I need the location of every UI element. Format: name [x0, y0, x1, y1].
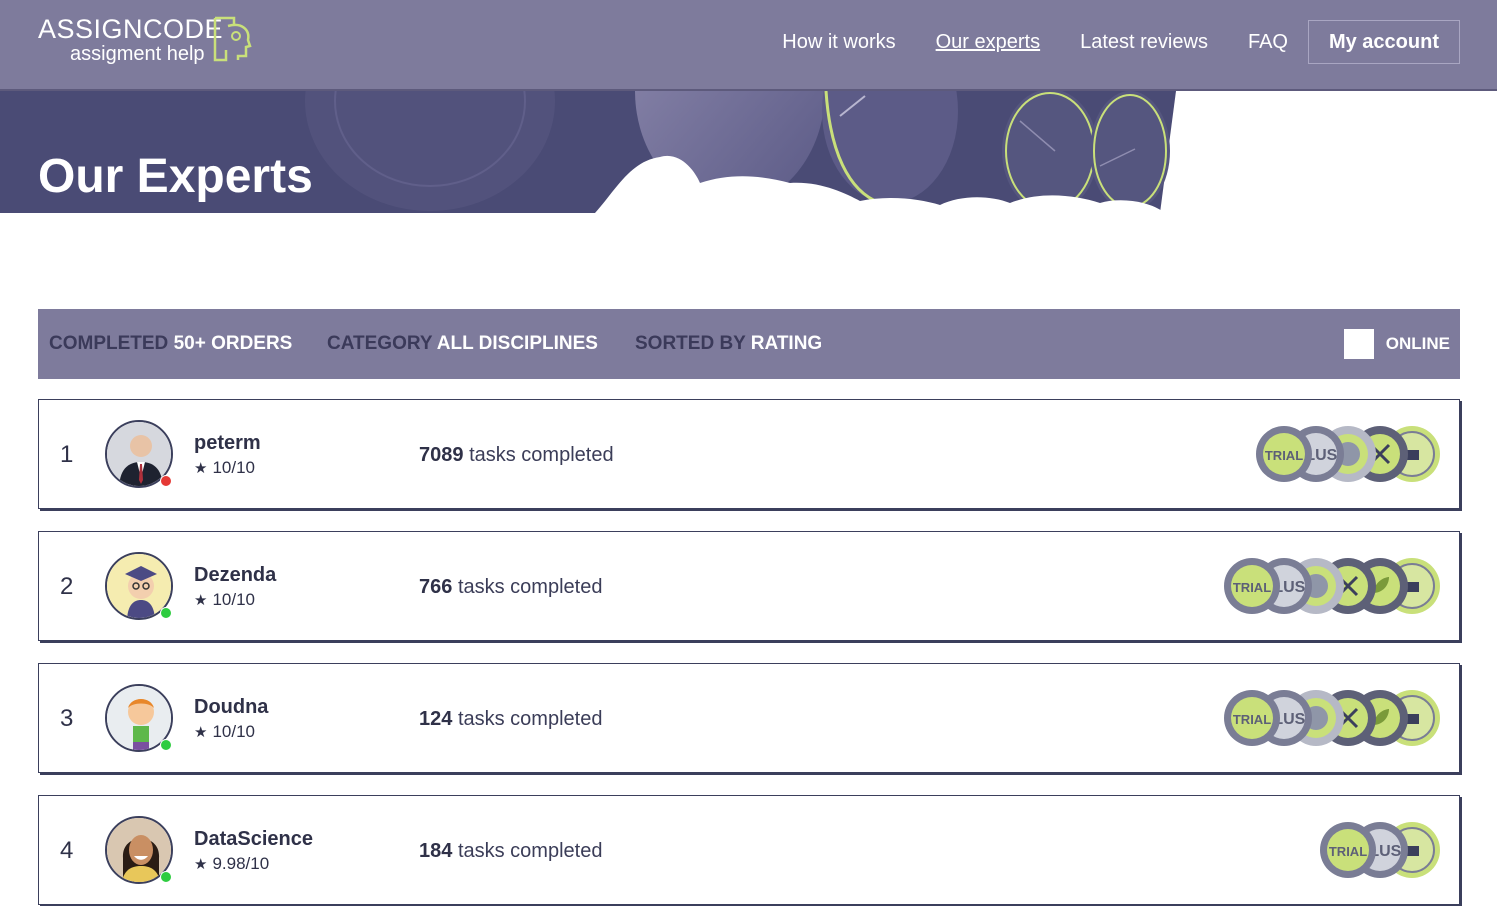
- filter-sort-value: RATING: [750, 333, 823, 354]
- online-checkbox[interactable]: [1344, 329, 1374, 359]
- rating-value: 9.98/10: [212, 854, 270, 873]
- badge-row: PLUS TRIAL: [1256, 423, 1441, 485]
- expert-rank: 3: [60, 705, 74, 732]
- tasks-label: tasks completed: [469, 444, 614, 466]
- offline-status-dot: [160, 475, 172, 487]
- badge-row: PLUS TRIAL: [1320, 819, 1441, 881]
- nav-faq[interactable]: FAQ: [1248, 20, 1288, 64]
- main-nav: How it works Our experts Latest reviews …: [742, 20, 1460, 64]
- trial-badge-icon[interactable]: TRIAL: [1223, 557, 1281, 615]
- filter-completed[interactable]: COMPLETED 50+ ORDERS: [49, 309, 292, 379]
- tasks-label: tasks completed: [457, 840, 603, 862]
- filter-category-key: CATEGORY: [327, 333, 433, 354]
- star-icon: ★: [194, 460, 208, 477]
- filter-completed-value: 50+ ORDERS: [173, 333, 293, 354]
- expert-name[interactable]: Dezenda: [194, 564, 276, 587]
- expert-rating: ★ 10/10: [194, 590, 255, 610]
- star-icon: ★: [194, 592, 208, 609]
- filter-completed-key: COMPLETED: [49, 333, 169, 354]
- badge-row: PLUS TRIAL: [1224, 555, 1441, 617]
- hero-banner: Our Experts: [0, 91, 1497, 261]
- expert-card[interactable]: 4 DataScience ★ 9.98/10 184 tasks complet…: [38, 795, 1460, 905]
- expert-rank: 2: [60, 573, 74, 600]
- filter-sort[interactable]: SORTED BY RATING: [635, 309, 822, 379]
- expert-name[interactable]: Doudna: [194, 696, 268, 719]
- logo-head-icon: [213, 16, 252, 62]
- expert-rank: 1: [60, 441, 74, 468]
- expert-rank: 4: [60, 837, 74, 864]
- online-status-dot: [160, 607, 172, 619]
- tasks-completed: 184 tasks completed: [419, 796, 602, 906]
- nav-our-experts[interactable]: Our experts: [936, 20, 1040, 64]
- page-title: Our Experts: [38, 150, 313, 203]
- logo[interactable]: ASSIGNCODE assigment help: [38, 14, 258, 70]
- badge-row: PLUS TRIAL: [1224, 687, 1441, 749]
- site-header: ASSIGNCODE assigment help How it works O…: [0, 0, 1497, 91]
- expert-rating: ★ 9.98/10: [194, 854, 269, 874]
- nav-how-it-works[interactable]: How it works: [782, 20, 895, 64]
- tasks-count: 766: [419, 576, 453, 598]
- logo-title: ASSIGNCODE: [38, 14, 224, 44]
- expert-card[interactable]: 1 peterm ★ 10/10 7089 tasks completed PLU…: [38, 399, 1460, 509]
- rating-value: 10/10: [212, 458, 255, 477]
- trial-badge-icon[interactable]: TRIAL: [1255, 425, 1313, 483]
- online-status-dot: [160, 871, 172, 883]
- nav-latest-reviews[interactable]: Latest reviews: [1080, 20, 1208, 64]
- tasks-label: tasks completed: [457, 576, 603, 598]
- expert-name[interactable]: peterm: [194, 432, 261, 455]
- expert-rating: ★ 10/10: [194, 722, 255, 742]
- expert-rating: ★ 10/10: [194, 458, 255, 478]
- tasks-completed: 766 tasks completed: [419, 532, 602, 642]
- expert-card[interactable]: 3 Doudna ★ 10/10 124 tasks completed PLUS…: [38, 663, 1460, 773]
- trial-badge-icon[interactable]: TRIAL: [1223, 689, 1281, 747]
- star-icon: ★: [194, 724, 208, 741]
- rating-value: 10/10: [212, 722, 255, 741]
- my-account-button[interactable]: My account: [1307, 20, 1460, 64]
- logo-subtitle: assigment help: [70, 43, 205, 65]
- tasks-count: 7089: [419, 444, 464, 466]
- filter-bar: COMPLETED 50+ ORDERS CATEGORY ALL DISCIP…: [38, 309, 1460, 379]
- tasks-count: 124: [419, 708, 453, 730]
- filter-category-value: ALL DISCIPLINES: [436, 333, 598, 354]
- svg-text:TRIAL: TRIAL: [1233, 580, 1271, 595]
- tasks-label: tasks completed: [457, 708, 603, 730]
- tasks-count: 184: [419, 840, 453, 862]
- expert-card[interactable]: 2 Dezenda ★ 10/10 766 tasks completed PLU…: [38, 531, 1460, 641]
- expert-name[interactable]: DataScience: [194, 828, 313, 851]
- svg-text:TRIAL: TRIAL: [1265, 448, 1303, 463]
- filter-sort-key: SORTED BY: [635, 333, 746, 354]
- tasks-completed: 7089 tasks completed: [419, 400, 614, 510]
- svg-text:TRIAL: TRIAL: [1233, 712, 1271, 727]
- rating-value: 10/10: [212, 590, 255, 609]
- filter-category[interactable]: CATEGORY ALL DISCIPLINES: [327, 309, 598, 379]
- online-label[interactable]: ONLINE: [1386, 309, 1450, 379]
- online-status-dot: [160, 739, 172, 751]
- star-icon: ★: [194, 856, 208, 873]
- tasks-completed: 124 tasks completed: [419, 664, 602, 774]
- trial-badge-icon[interactable]: TRIAL: [1319, 821, 1377, 879]
- svg-text:TRIAL: TRIAL: [1329, 844, 1367, 859]
